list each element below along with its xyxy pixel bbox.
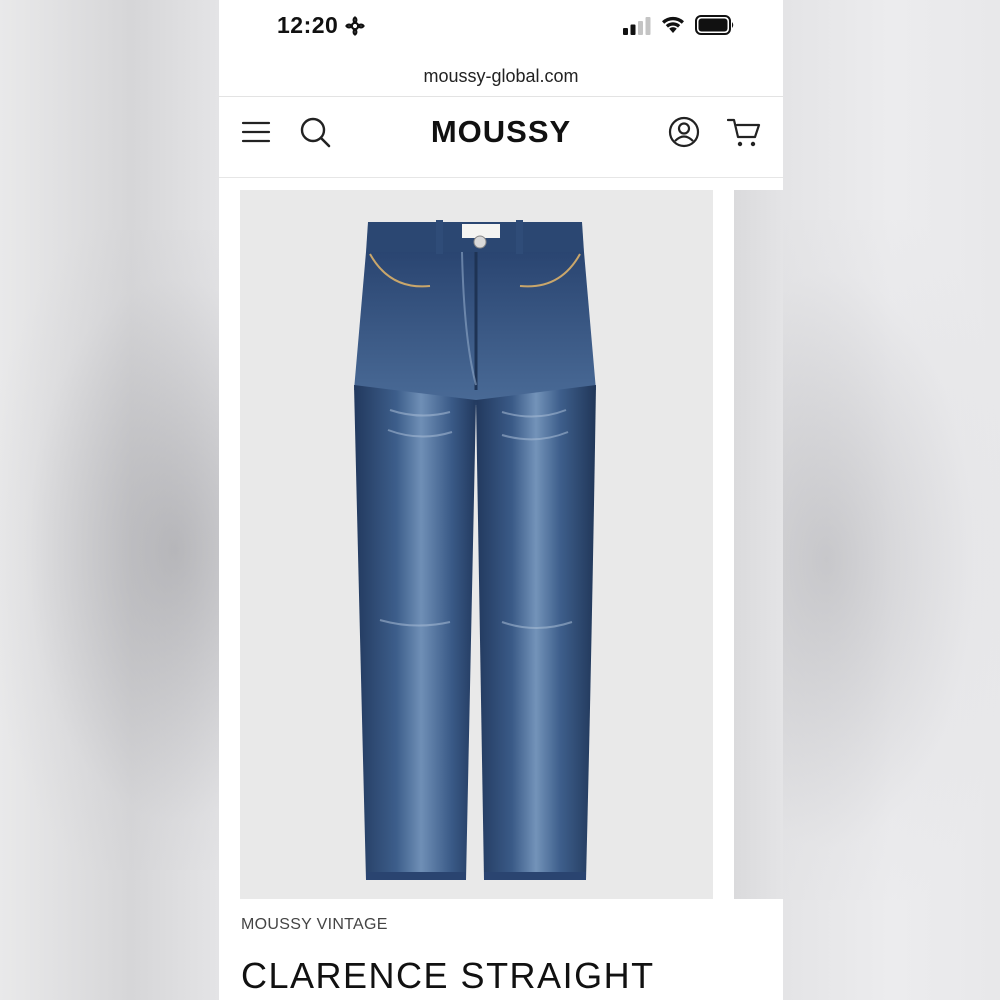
- product-image[interactable]: [240, 190, 713, 899]
- wifi-icon: [662, 16, 684, 33]
- cart-icon[interactable]: [727, 117, 761, 149]
- next-product-image-peek[interactable]: [734, 190, 783, 899]
- status-time: 12:20: [277, 12, 339, 38]
- cellular-signal-icon: [623, 17, 651, 35]
- status-bar: 12:20: [219, 0, 783, 54]
- site-header: MOUSSY: [219, 97, 783, 178]
- focus-mode-icon: [345, 16, 365, 36]
- product-title: CLARENCE STRAIGHT: [241, 955, 655, 996]
- battery-icon: [695, 15, 734, 35]
- url-text: moussy-global.com: [423, 66, 579, 86]
- phone-screen: 12:20 moussy-global.com MOUSSY MOUSSY VI…: [219, 0, 783, 1000]
- browser-url-bar[interactable]: moussy-global.com: [219, 54, 783, 97]
- product-brand[interactable]: MOUSSY VINTAGE: [241, 916, 388, 934]
- account-icon[interactable]: [668, 116, 700, 148]
- blurred-backdrop-right: [783, 0, 1000, 1000]
- jeans-photo: [240, 190, 713, 899]
- blurred-backdrop-left: [0, 0, 219, 1000]
